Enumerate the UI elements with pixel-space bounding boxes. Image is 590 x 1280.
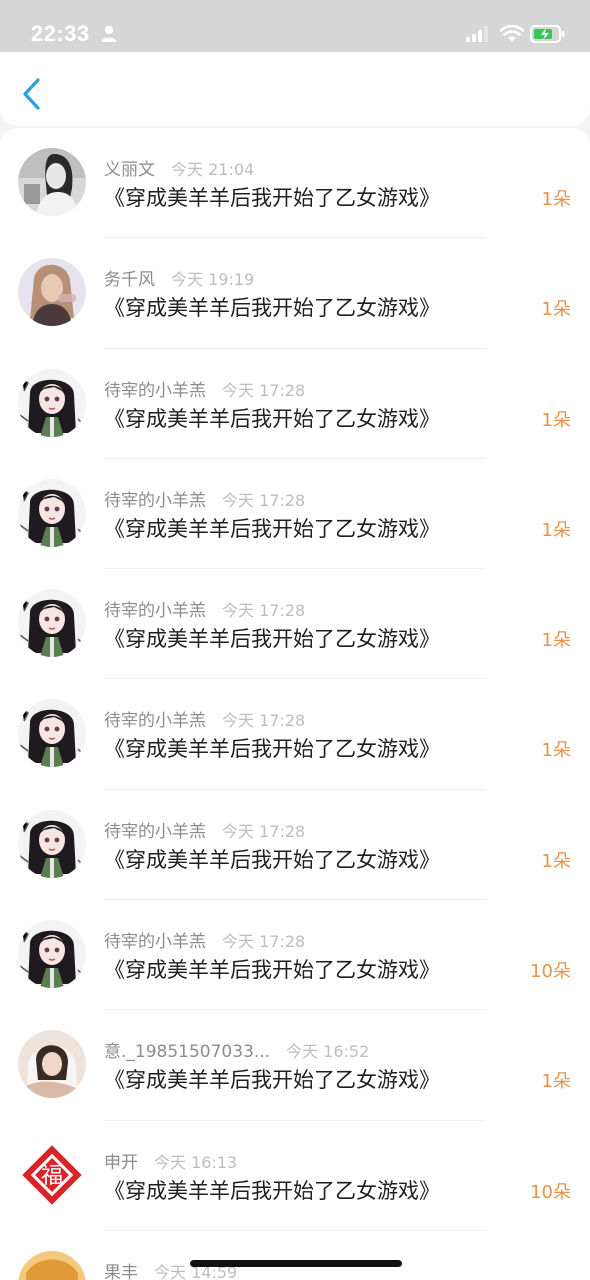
avatar[interactable]: 福 (18, 1140, 86, 1209)
person-icon (101, 25, 117, 42)
svg-text:福: 福 (41, 1164, 63, 1189)
item-meta: 待宰的小羊羔 今天 17:28 (104, 376, 305, 401)
item-meta: 待宰的小羊羔 今天 17:28 (104, 706, 305, 731)
book-title: 《穿成美羊羊后我开始了乙女游戏》 (104, 737, 440, 762)
item-meta: 待宰的小羊羔 今天 17:28 (104, 596, 305, 621)
timestamp: 今天 17:28 (222, 380, 306, 400)
flower-count: 1朵 (541, 850, 571, 872)
user-name[interactable]: 果丰 (104, 1263, 138, 1280)
user-name[interactable]: 待宰的小羊羔 (104, 381, 206, 401)
timestamp: 今天 16:13 (154, 1152, 238, 1172)
list-item[interactable]: 待宰的小羊羔 今天 17:28 《穿成美羊羊后我开始了乙女游戏》 1朵 (0, 679, 590, 791)
user-name[interactable]: 意._19851507033... (104, 1042, 270, 1062)
item-meta: 待宰的小羊羔 今天 17:28 (104, 486, 305, 511)
item-meta: 待宰的小羊羔 今天 17:28 (104, 927, 305, 952)
gift-record-list: 义丽文 今天 21:04 《穿成美羊羊后我开始了乙女游戏》 1朵 务千风 今天 19:19… (0, 128, 590, 1280)
timestamp: 今天 17:28 (222, 601, 306, 621)
user-name[interactable]: 待宰的小羊羔 (104, 601, 206, 621)
user-name[interactable]: 务千风 (104, 270, 155, 290)
user-name[interactable]: 申开 (104, 1153, 138, 1173)
avatar[interactable] (18, 478, 86, 547)
item-meta: 务千风 今天 19:19 (104, 265, 254, 290)
back-button[interactable] (14, 72, 50, 116)
book-title: 《穿成美羊羊后我开始了乙女游戏》 (104, 406, 440, 431)
avatar[interactable] (18, 368, 86, 437)
book-title: 《穿成美羊羊后我开始了乙女游戏》 (104, 1068, 440, 1093)
avatar[interactable] (18, 809, 86, 878)
user-name[interactable]: 待宰的小羊羔 (104, 491, 206, 511)
book-title: 《穿成美羊羊后我开始了乙女游戏》 (104, 516, 440, 541)
user-name[interactable]: 待宰的小羊羔 (104, 711, 206, 731)
item-meta: 意._19851507033... 今天 16:52 (104, 1037, 369, 1062)
user-name[interactable]: 义丽文 (104, 160, 155, 180)
timestamp: 今天 19:19 (171, 270, 255, 290)
list-item[interactable]: 待宰的小羊羔 今天 17:28 《穿成美羊羊后我开始了乙女游戏》 1朵 (0, 459, 590, 570)
timestamp: 今天 17:28 (222, 932, 306, 952)
status-time: 22:33 (31, 21, 90, 46)
item-meta: 申开 今天 16:13 (104, 1148, 237, 1173)
home-indicator (190, 1260, 402, 1267)
book-title: 《穿成美羊羊后我开始了乙女游戏》 (104, 296, 440, 321)
list-item[interactable]: 务千风 今天 19:19 《穿成美羊羊后我开始了乙女游戏》 1朵 (0, 238, 590, 349)
signal-icon (466, 26, 488, 42)
list-item[interactable]: 待宰的小羊羔 今天 17:28 《穿成美羊羊后我开始了乙女游戏》 1朵 (0, 349, 590, 460)
wifi-icon (500, 25, 524, 42)
flower-count: 10朵 (530, 961, 571, 983)
timestamp: 今天 17:28 (222, 821, 306, 841)
item-meta: 待宰的小羊羔 今天 17:28 (104, 817, 305, 842)
list-item[interactable]: 待宰的小羊羔 今天 17:28 《穿成美羊羊后我开始了乙女游戏》 10朵 (0, 900, 590, 1011)
item-meta: 义丽文 今天 21:04 (104, 155, 254, 180)
timestamp: 今天 17:28 (222, 490, 306, 510)
user-name[interactable]: 待宰的小羊羔 (104, 932, 206, 952)
avatar[interactable] (18, 258, 86, 327)
timestamp: 今天 17:28 (222, 711, 306, 731)
list-item[interactable]: 义丽文 今天 21:04 《穿成美羊羊后我开始了乙女游戏》 1朵 (0, 128, 590, 239)
user-name[interactable]: 待宰的小羊羔 (104, 822, 206, 842)
book-title: 《穿成美羊羊后我开始了乙女游戏》 (104, 1178, 440, 1203)
battery-icon (530, 25, 565, 43)
book-title: 《穿成美羊羊后我开始了乙女游戏》 (104, 627, 440, 652)
flower-count: 10朵 (530, 1181, 571, 1203)
book-title: 《穿成美羊羊后我开始了乙女游戏》 (104, 847, 440, 872)
status-bar: 22:33 (0, 0, 590, 52)
avatar[interactable] (18, 148, 86, 216)
flower-count: 1朵 (541, 299, 571, 321)
flower-count: 1朵 (541, 189, 571, 210)
list-item[interactable]: 福 申开 今天 16:13 《穿成美羊羊后我开始了乙女游戏》 10朵 (0, 1121, 590, 1232)
avatar[interactable] (18, 589, 86, 658)
avatar[interactable] (18, 920, 86, 989)
book-title: 《穿成美羊羊后我开始了乙女游戏》 (104, 186, 440, 210)
timestamp: 今天 21:04 (171, 160, 255, 179)
flower-count: 1朵 (541, 630, 571, 652)
avatar[interactable] (18, 699, 86, 768)
avatar[interactable] (18, 1030, 86, 1099)
list-item[interactable]: 果丰 今天 14:59 (0, 1231, 590, 1280)
list-item[interactable]: 意._19851507033... 今天 16:52 《穿成美羊羊后我开始了乙女游戏… (0, 1010, 590, 1121)
timestamp: 今天 16:52 (286, 1042, 370, 1062)
flower-count: 1朵 (541, 409, 571, 431)
back-arrow-icon (23, 78, 40, 110)
avatar[interactable] (18, 1250, 86, 1280)
flower-count: 1朵 (541, 1071, 571, 1093)
book-title: 《穿成美羊羊后我开始了乙女游戏》 (104, 958, 440, 983)
flower-count: 1朵 (541, 740, 571, 762)
list-item[interactable]: 待宰的小羊羔 今天 17:28 《穿成美羊羊后我开始了乙女游戏》 1朵 (0, 569, 590, 680)
nav-bar (0, 52, 590, 126)
flower-count: 1朵 (541, 519, 571, 541)
list-item[interactable]: 待宰的小羊羔 今天 17:28 《穿成美羊羊后我开始了乙女游戏》 1朵 (0, 790, 590, 901)
